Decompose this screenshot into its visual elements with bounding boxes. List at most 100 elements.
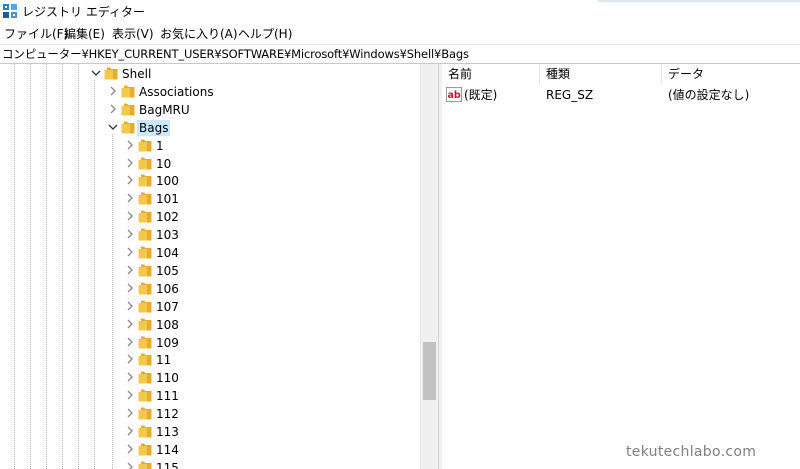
tree-node-label[interactable]: Bags bbox=[137, 119, 171, 136]
chevron-right-icon[interactable] bbox=[124, 353, 136, 365]
chevron-right-icon[interactable] bbox=[124, 192, 136, 204]
tree-node-label[interactable]: 106 bbox=[156, 281, 179, 297]
column-header-type[interactable]: 種類 bbox=[540, 64, 570, 84]
tree-node-label[interactable]: 105 bbox=[156, 263, 179, 279]
chevron-right-icon[interactable] bbox=[124, 336, 136, 348]
chevron-right-icon[interactable] bbox=[124, 389, 136, 401]
chevron-right-icon[interactable] bbox=[107, 103, 119, 115]
folder-icon bbox=[138, 336, 152, 348]
tree-node[interactable]: 101 bbox=[0, 190, 420, 208]
tree-node-label[interactable]: 102 bbox=[156, 209, 179, 225]
tree-node-label[interactable]: 107 bbox=[156, 299, 179, 315]
chevron-right-icon[interactable] bbox=[124, 282, 136, 294]
tree-node[interactable]: 107 bbox=[0, 298, 420, 316]
chevron-right-icon[interactable] bbox=[124, 318, 136, 330]
folder-icon bbox=[138, 318, 152, 331]
value-row[interactable]: ab (既定) REG_SZ (値の設定なし) bbox=[442, 86, 800, 104]
tree-node-label[interactable]: 115 bbox=[156, 460, 179, 469]
tree-node-label[interactable]: 111 bbox=[156, 388, 179, 404]
tree-scrollbar[interactable] bbox=[420, 64, 438, 469]
folder-icon bbox=[121, 85, 135, 98]
tree-node-label[interactable]: 103 bbox=[156, 227, 179, 243]
tree-node[interactable]: Associations bbox=[0, 83, 420, 101]
tree-node-label[interactable]: 112 bbox=[156, 406, 179, 422]
column-header-data[interactable]: データ bbox=[662, 64, 704, 84]
tree-node-label[interactable]: 101 bbox=[156, 191, 179, 207]
tree-node[interactable]: 11 bbox=[0, 351, 420, 369]
tree-node[interactable]: 112 bbox=[0, 405, 420, 423]
folder-icon bbox=[138, 228, 152, 241]
tree-node[interactable]: 105 bbox=[0, 262, 420, 280]
chevron-right-icon[interactable] bbox=[124, 300, 136, 312]
folder-icon bbox=[138, 282, 152, 295]
folder-icon bbox=[138, 371, 152, 384]
menu-bar: ファイル(F) 編集(E) 表示(V) お気に入り(A) ヘルプ(H) bbox=[0, 24, 800, 44]
scrollbar-thumb[interactable] bbox=[423, 342, 436, 400]
tree-node-label[interactable]: 11 bbox=[156, 352, 171, 368]
tree-node-label[interactable]: 100 bbox=[156, 173, 179, 189]
menu-view[interactable]: 表示(V) bbox=[112, 26, 154, 42]
tree-node[interactable]: 10 bbox=[0, 155, 420, 173]
tree-node-label[interactable]: 113 bbox=[156, 424, 179, 440]
chevron-right-icon[interactable] bbox=[124, 371, 136, 383]
tree-node[interactable]: 115 bbox=[0, 459, 420, 469]
folder-icon bbox=[138, 264, 152, 277]
tree-node-label[interactable]: Associations bbox=[139, 84, 214, 100]
chevron-right-icon[interactable] bbox=[124, 157, 136, 169]
tree-node[interactable]: 103 bbox=[0, 226, 420, 244]
menu-help[interactable]: ヘルプ(H) bbox=[238, 26, 292, 42]
tree-node[interactable]: 104 bbox=[0, 244, 420, 262]
tree-node-label[interactable]: 110 bbox=[156, 370, 179, 386]
chevron-right-icon[interactable] bbox=[124, 425, 136, 437]
tree-node[interactable]: 106 bbox=[0, 280, 420, 298]
chevron-right-icon[interactable] bbox=[124, 246, 136, 258]
column-header-name[interactable]: 名前 bbox=[442, 64, 472, 84]
chevron-right-icon[interactable] bbox=[124, 264, 136, 276]
tree-node[interactable]: 102 bbox=[0, 208, 420, 226]
registry-editor-icon bbox=[3, 4, 17, 18]
chevron-right-icon[interactable] bbox=[124, 443, 136, 455]
folder-icon bbox=[138, 192, 152, 205]
tree-node[interactable]: 113 bbox=[0, 423, 420, 441]
tree-node[interactable]: 109 bbox=[0, 334, 420, 352]
tree-node[interactable]: 1 bbox=[0, 137, 420, 155]
tree-node-label[interactable]: Shell bbox=[122, 66, 151, 82]
values-list[interactable]: 名前 種類 データ ab (既定) REG_SZ (値の設定なし) bbox=[442, 64, 800, 469]
address-path[interactable]: コンピューター¥HKEY_CURRENT_USER¥SOFTWARE¥Micro… bbox=[2, 47, 469, 62]
chevron-right-icon[interactable] bbox=[124, 407, 136, 419]
tree-node-label[interactable]: 109 bbox=[156, 335, 179, 351]
folder-icon bbox=[138, 353, 152, 366]
chevron-right-icon[interactable] bbox=[107, 85, 119, 97]
tree-node[interactable]: 114 bbox=[0, 441, 420, 459]
chevron-down-icon[interactable] bbox=[90, 67, 102, 79]
tree-node-label[interactable]: 10 bbox=[156, 156, 171, 172]
tree-node-label[interactable]: BagMRU bbox=[139, 102, 190, 118]
menu-edit[interactable]: 編集(E) bbox=[64, 26, 105, 42]
chevron-right-icon[interactable] bbox=[124, 210, 136, 222]
window-edge bbox=[598, 0, 800, 2]
chevron-right-icon[interactable] bbox=[124, 139, 136, 151]
folder-icon bbox=[138, 174, 152, 187]
tree-node-label[interactable]: 1 bbox=[156, 138, 164, 154]
chevron-down-icon[interactable] bbox=[107, 121, 119, 133]
tree-node[interactable]: Shell bbox=[0, 65, 420, 83]
tree-node[interactable]: 111 bbox=[0, 387, 420, 405]
folder-icon bbox=[138, 246, 152, 259]
folder-icon bbox=[138, 157, 152, 169]
chevron-right-icon[interactable] bbox=[124, 174, 136, 186]
address-bar[interactable]: コンピューター¥HKEY_CURRENT_USER¥SOFTWARE¥Micro… bbox=[0, 44, 800, 64]
chevron-right-icon[interactable] bbox=[124, 228, 136, 240]
tree-node[interactable]: Bags bbox=[0, 119, 420, 137]
tree-node[interactable]: 100 bbox=[0, 172, 420, 190]
tree-node-label[interactable]: 114 bbox=[156, 442, 179, 458]
menu-file[interactable]: ファイル(F) bbox=[4, 26, 68, 42]
tree-node[interactable]: 108 bbox=[0, 316, 420, 334]
tree-node-label[interactable]: 108 bbox=[156, 317, 179, 333]
folder-icon bbox=[138, 300, 152, 313]
menu-favorites[interactable]: お気に入り(A) bbox=[160, 26, 238, 42]
tree-node[interactable]: 110 bbox=[0, 369, 420, 387]
key-tree[interactable]: Shell Associations BagMRU Bags 1 10 100 101 102 1… bbox=[0, 64, 438, 469]
tree-node[interactable]: BagMRU bbox=[0, 101, 420, 119]
chevron-right-icon[interactable] bbox=[124, 461, 136, 469]
tree-node-label[interactable]: 104 bbox=[156, 245, 179, 261]
